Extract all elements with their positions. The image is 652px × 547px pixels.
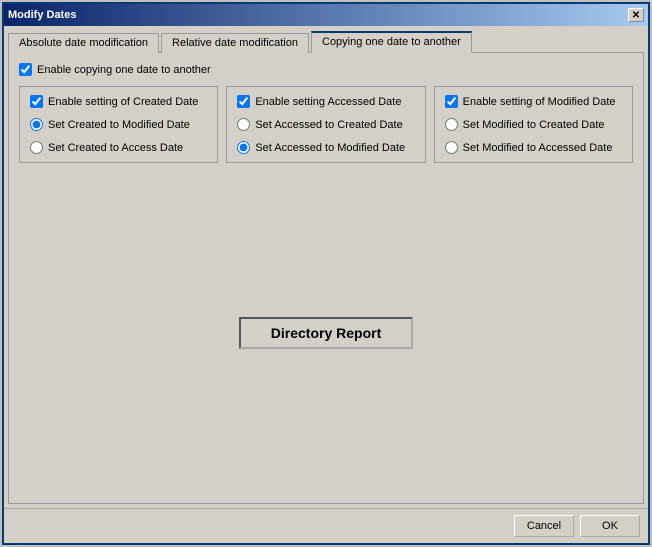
created-to-access-label[interactable]: Set Created to Access Date [48, 142, 183, 154]
created-to-access-radio[interactable] [30, 141, 43, 154]
accessed-to-created-label[interactable]: Set Accessed to Created Date [255, 119, 402, 131]
accessed-to-modified-radio[interactable] [237, 141, 250, 154]
window-content: Absolute date modification Relative date… [4, 26, 648, 508]
tab-absolute[interactable]: Absolute date modification [8, 33, 159, 53]
footer: Cancel OK [4, 508, 648, 543]
created-to-modified-label[interactable]: Set Created to Modified Date [48, 119, 190, 131]
enable-created-checkbox[interactable] [30, 95, 43, 108]
directory-report-label: Directory Report [271, 325, 381, 341]
enable-created-row: Enable setting of Created Date [30, 95, 207, 108]
modified-to-accessed-radio[interactable] [445, 141, 458, 154]
window-title: Modify Dates [8, 9, 76, 21]
enable-modified-label[interactable]: Enable setting of Modified Date [463, 96, 616, 108]
tab-copying-content: Enable copying one date to another Enabl… [8, 52, 644, 504]
enable-accessed-row: Enable setting Accessed Date [237, 95, 414, 108]
enable-copy-row: Enable copying one date to another [19, 63, 633, 76]
enable-copy-checkbox[interactable] [19, 63, 32, 76]
cancel-button[interactable]: Cancel [514, 515, 574, 537]
modified-to-accessed-label[interactable]: Set Modified to Accessed Date [463, 142, 613, 154]
enable-modified-row: Enable setting of Modified Date [445, 95, 622, 108]
title-bar: Modify Dates ✕ [4, 4, 648, 26]
accessed-to-modified-label[interactable]: Set Accessed to Modified Date [255, 142, 405, 154]
enable-accessed-label[interactable]: Enable setting Accessed Date [255, 96, 401, 108]
created-to-modified-radio[interactable] [30, 118, 43, 131]
panel-created: Enable setting of Created Date Set Creat… [19, 86, 218, 163]
enable-modified-checkbox[interactable] [445, 95, 458, 108]
tab-bar: Absolute date modification Relative date… [8, 30, 644, 52]
directory-report-box: Directory Report [239, 317, 413, 349]
created-to-modified-row: Set Created to Modified Date [30, 118, 207, 131]
accessed-to-modified-row: Set Accessed to Modified Date [237, 141, 414, 154]
panel-accessed: Enable setting Accessed Date Set Accesse… [226, 86, 425, 163]
directory-report-area: Directory Report [19, 173, 633, 493]
enable-accessed-checkbox[interactable] [237, 95, 250, 108]
enable-created-label[interactable]: Enable setting of Created Date [48, 96, 198, 108]
main-window: Modify Dates ✕ Absolute date modificatio… [2, 2, 650, 545]
tab-copying[interactable]: Copying one date to another [311, 31, 472, 53]
created-to-access-row: Set Created to Access Date [30, 141, 207, 154]
tab-relative[interactable]: Relative date modification [161, 33, 309, 53]
enable-copy-label[interactable]: Enable copying one date to another [37, 64, 211, 76]
modified-to-created-row: Set Modified to Created Date [445, 118, 622, 131]
panel-modified: Enable setting of Modified Date Set Modi… [434, 86, 633, 163]
accessed-to-created-radio[interactable] [237, 118, 250, 131]
modified-to-created-label[interactable]: Set Modified to Created Date [463, 119, 605, 131]
panels-row: Enable setting of Created Date Set Creat… [19, 86, 633, 163]
modified-to-accessed-row: Set Modified to Accessed Date [445, 141, 622, 154]
close-button[interactable]: ✕ [628, 8, 644, 22]
accessed-to-created-row: Set Accessed to Created Date [237, 118, 414, 131]
ok-button[interactable]: OK [580, 515, 640, 537]
modified-to-created-radio[interactable] [445, 118, 458, 131]
